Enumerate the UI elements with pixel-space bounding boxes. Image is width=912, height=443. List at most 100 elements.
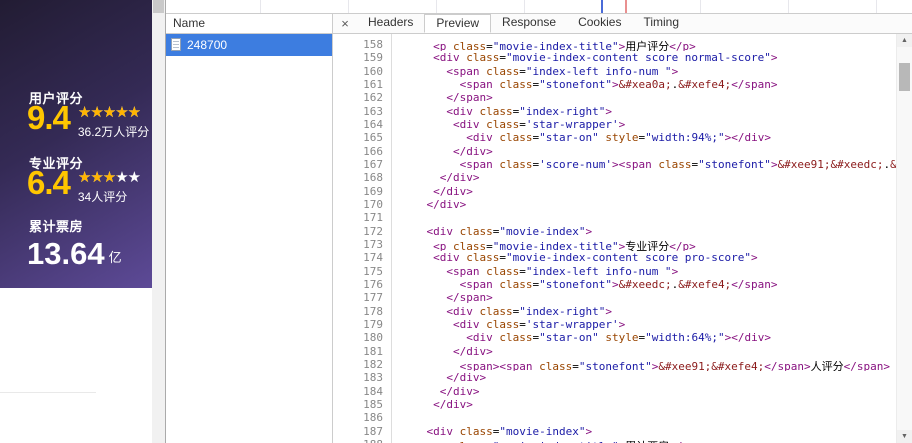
- line-number: 183: [333, 371, 392, 385]
- code-line: 187 <div class="movie-index">: [333, 424, 897, 438]
- line-number: 166: [333, 144, 392, 158]
- code-line: 167 <span class='score-num'><span class=…: [333, 157, 897, 172]
- scroll-up-icon[interactable]: ▲: [897, 34, 912, 47]
- code-text: <div class='star-wrapper'>: [452, 117, 626, 131]
- detail-tabbar: × Headers Preview Response Cookies Timing: [333, 14, 912, 34]
- box-office-unit: 亿: [108, 250, 122, 265]
- code-text: <span class="index-left info-num ">: [446, 64, 679, 78]
- code-line: 186: [333, 411, 897, 425]
- line-number: 176: [333, 277, 392, 292]
- line-number: 187: [333, 424, 392, 438]
- line-number: 172: [333, 224, 392, 238]
- code-line: 181 </div>: [333, 344, 897, 358]
- document-icon: [171, 38, 181, 51]
- line-number: 178: [333, 304, 392, 318]
- code-text: <span class="stonefont">&#xeedc;.&#xefe4…: [459, 277, 778, 291]
- devtools-panel: Name 248700 × Headers Preview Response Cook…: [165, 0, 912, 443]
- code-text: <p class="movie-index-title">用户评分</p>: [433, 40, 696, 52]
- movie-rating-banner: 用户评分 9.4 ★★★★★ ★★★★★ 36.2万人评分 专业评分 6.4 ★…: [0, 0, 152, 288]
- scroll-down-icon[interactable]: ▼: [897, 430, 912, 443]
- code-text: <div class="index-right">: [446, 104, 612, 118]
- line-number: 180: [333, 331, 392, 345]
- code-line: 162 </span>: [333, 91, 897, 105]
- load-event-marker: [625, 0, 627, 13]
- line-number: 158: [333, 38, 392, 52]
- code-line: 165 <div class="star-on" style="width:94…: [333, 131, 897, 145]
- user-rating-stars: ★★★★★ ★★★★★: [78, 105, 149, 120]
- user-rating-block: 9.4 ★★★★★ ★★★★★ 36.2万人评分: [27, 101, 149, 140]
- line-number: 181: [333, 344, 392, 358]
- request-name: 248700: [187, 37, 228, 52]
- request-detail-pane: × Headers Preview Response Cookies Timing 15…: [333, 14, 912, 443]
- screenshot-root: 用户评分 9.4 ★★★★★ ★★★★★ 36.2万人评分 专业评分 6.4 ★…: [0, 0, 912, 443]
- line-number: 164: [333, 117, 392, 132]
- line-number: 163: [333, 104, 392, 118]
- user-rating-score: 9.4: [27, 99, 71, 136]
- line-number: 168: [333, 171, 392, 185]
- overview-gridline: [348, 0, 349, 13]
- line-number: 167: [333, 157, 392, 172]
- page-scrollbar-thumb[interactable]: [153, 0, 164, 13]
- line-number: 165: [333, 131, 392, 145]
- code-line: 178 <div class="index-right">: [333, 304, 897, 318]
- code-line: 174 <div class="movie-index-content scor…: [333, 251, 897, 265]
- code-line: 172 <div class="movie-index">: [333, 224, 897, 238]
- code-line: 160 <span class="index-left info-num ">: [333, 64, 897, 78]
- code-text: <div class='star-wrapper'>: [452, 317, 626, 331]
- code-text: <div class="star-on" style="width:94%;">…: [466, 131, 771, 145]
- code-line: 176 <span class="stonefont">&#xeedc;.&#x…: [333, 277, 897, 292]
- line-number: 188: [333, 437, 392, 443]
- code-text: </div>: [452, 344, 493, 358]
- code-scrollbar[interactable]: ▲ ▼: [896, 34, 912, 443]
- code-text: </div>: [426, 197, 467, 211]
- stars-filled: ★★★★★: [77, 105, 141, 120]
- code-text: <span class='score-num'><span class="sto…: [459, 157, 897, 171]
- code-line: 177 </span>: [333, 291, 897, 305]
- user-rating-count: 36.2万人评分: [77, 125, 150, 139]
- code-text: <span class="index-left info-num ">: [446, 264, 679, 278]
- page-scrollbar[interactable]: [152, 0, 165, 443]
- code-text: </div>: [446, 371, 487, 385]
- code-text: <div class="movie-index-content score no…: [433, 51, 778, 65]
- tab-headers[interactable]: Headers: [357, 14, 424, 33]
- code-line: 182 <span><span class="stonefont">&#xee9…: [333, 357, 897, 372]
- overview-gridline: [260, 0, 261, 13]
- network-request-row[interactable]: 248700: [166, 34, 332, 56]
- overview-gridline: [436, 0, 437, 13]
- code-text: <div class="star-on" style="width:64%;">…: [466, 331, 771, 345]
- code-line: 184 </div>: [333, 384, 897, 398]
- code-line: 166 </div>: [333, 144, 897, 158]
- code-text: </span>: [446, 291, 493, 305]
- code-line: 175 <span class="index-left info-num ">: [333, 264, 897, 278]
- code-lines: 158 <p class="movie-index-title">用户评分</p…: [333, 38, 897, 443]
- pro-rating-score: 6.4: [27, 164, 71, 201]
- box-office-value-row: 13.64 亿: [27, 238, 122, 269]
- line-number: 177: [333, 291, 392, 305]
- tab-preview[interactable]: Preview: [424, 14, 492, 33]
- code-line: 163 <div class="index-right">: [333, 104, 897, 118]
- code-line: 171: [333, 211, 897, 225]
- tab-response[interactable]: Response: [491, 14, 567, 33]
- line-number: 184: [333, 384, 392, 398]
- page-divider: [0, 392, 96, 393]
- tab-cookies[interactable]: Cookies: [567, 14, 632, 33]
- webpage-background: 用户评分 9.4 ★★★★★ ★★★★★ 36.2万人评分 专业评分 6.4 ★…: [0, 0, 166, 443]
- code-text: </div>: [433, 397, 473, 411]
- code-text: <div class="movie-index">: [426, 424, 593, 438]
- network-name-column-header[interactable]: Name: [166, 14, 332, 34]
- network-overview-strip[interactable]: [166, 0, 912, 14]
- code-line: 159 <div class="movie-index-content scor…: [333, 51, 897, 65]
- line-number: 170: [333, 197, 392, 212]
- box-office-label: 累计票房: [29, 219, 84, 234]
- code-text: <span><span class="stonefont">&#xee91;&#…: [459, 359, 891, 372]
- scrollbar-thumb[interactable]: [899, 63, 910, 91]
- tab-timing[interactable]: Timing: [632, 14, 690, 33]
- code-text: <div class="movie-index">: [426, 224, 593, 238]
- network-requests-pane: Name 248700: [166, 14, 333, 443]
- line-number: 161: [333, 77, 392, 92]
- overview-gridline: [788, 0, 789, 13]
- code-line: 188 <p class="movie-index-title">累计票房</p…: [333, 437, 897, 443]
- code-line: 170 </div>: [333, 197, 897, 212]
- close-icon[interactable]: ×: [333, 14, 357, 33]
